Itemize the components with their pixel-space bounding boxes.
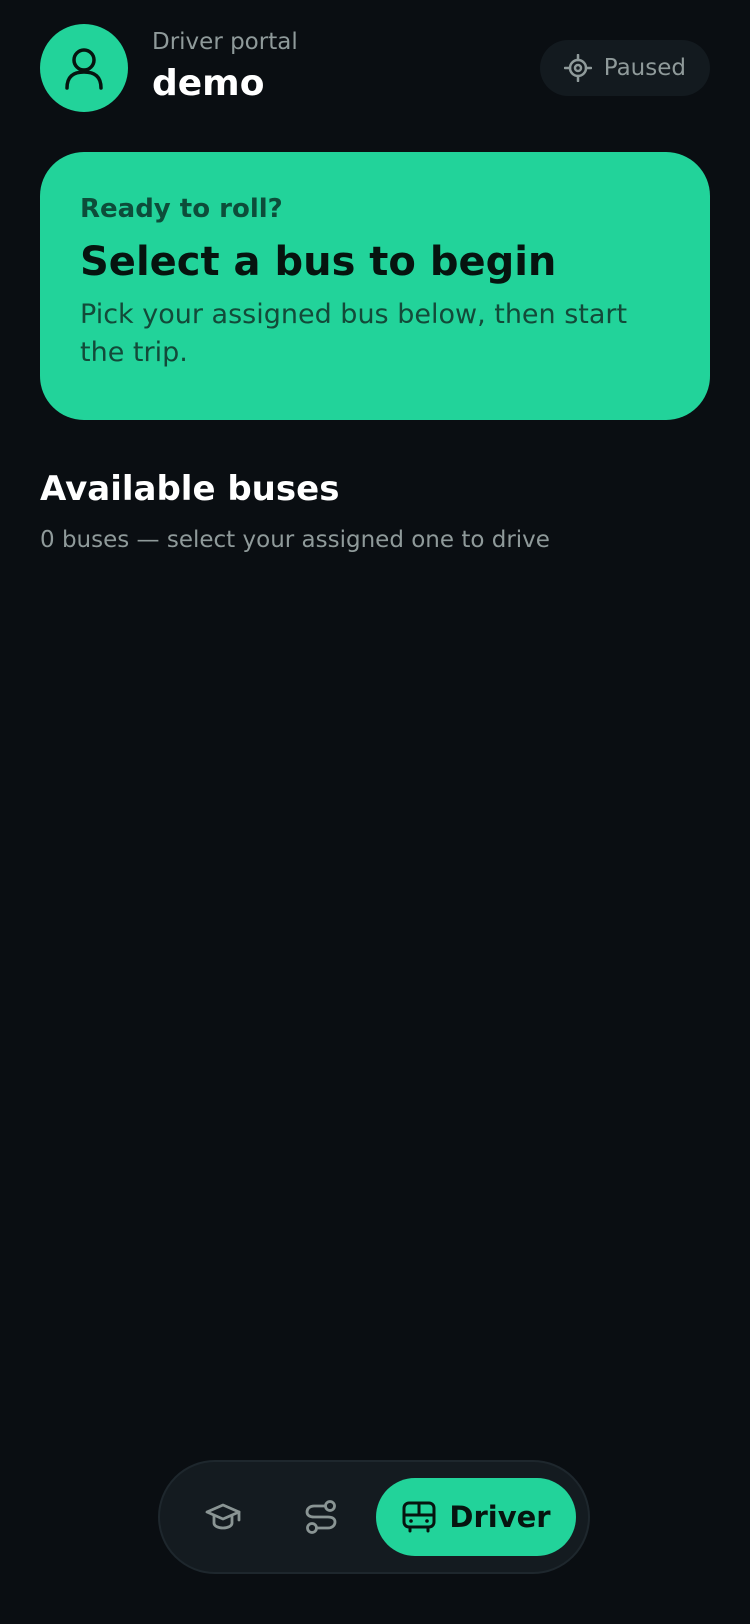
hero-subtitle: Pick your assigned bus below, then start… <box>80 299 628 368</box>
hero-eyebrow: Ready to roll? <box>80 194 283 224</box>
avatar[interactable] <box>40 24 128 112</box>
bottom-nav: Driver <box>158 1460 590 1574</box>
nav-item-driver[interactable]: Driver <box>376 1478 576 1556</box>
route-icon <box>305 1500 337 1534</box>
nav-item-routes[interactable] <box>276 1462 366 1572</box>
buses-section-subtitle: 0 buses — select your assigned one to dr… <box>40 527 550 553</box>
hero-card: Ready to roll? Select a bus to begin Pic… <box>40 152 710 420</box>
location-target-icon <box>563 54 592 82</box>
tracking-status-pill[interactable]: Paused <box>539 40 710 96</box>
nav-item-students[interactable] <box>178 1462 268 1572</box>
portal-label: Driver portal <box>152 29 298 55</box>
hero-title: Select a bus to begin <box>80 239 557 285</box>
buses-section-title: Available buses <box>40 469 340 509</box>
graduation-cap-icon <box>205 1503 241 1530</box>
user-name: demo <box>152 63 265 104</box>
status-label: Paused <box>603 55 686 81</box>
nav-item-driver-label: Driver <box>449 1500 551 1534</box>
bus-icon <box>402 1501 436 1533</box>
header: Driver portal demo Paused <box>40 24 710 112</box>
user-icon <box>65 48 103 90</box>
header-text: Driver portal demo <box>152 26 298 108</box>
